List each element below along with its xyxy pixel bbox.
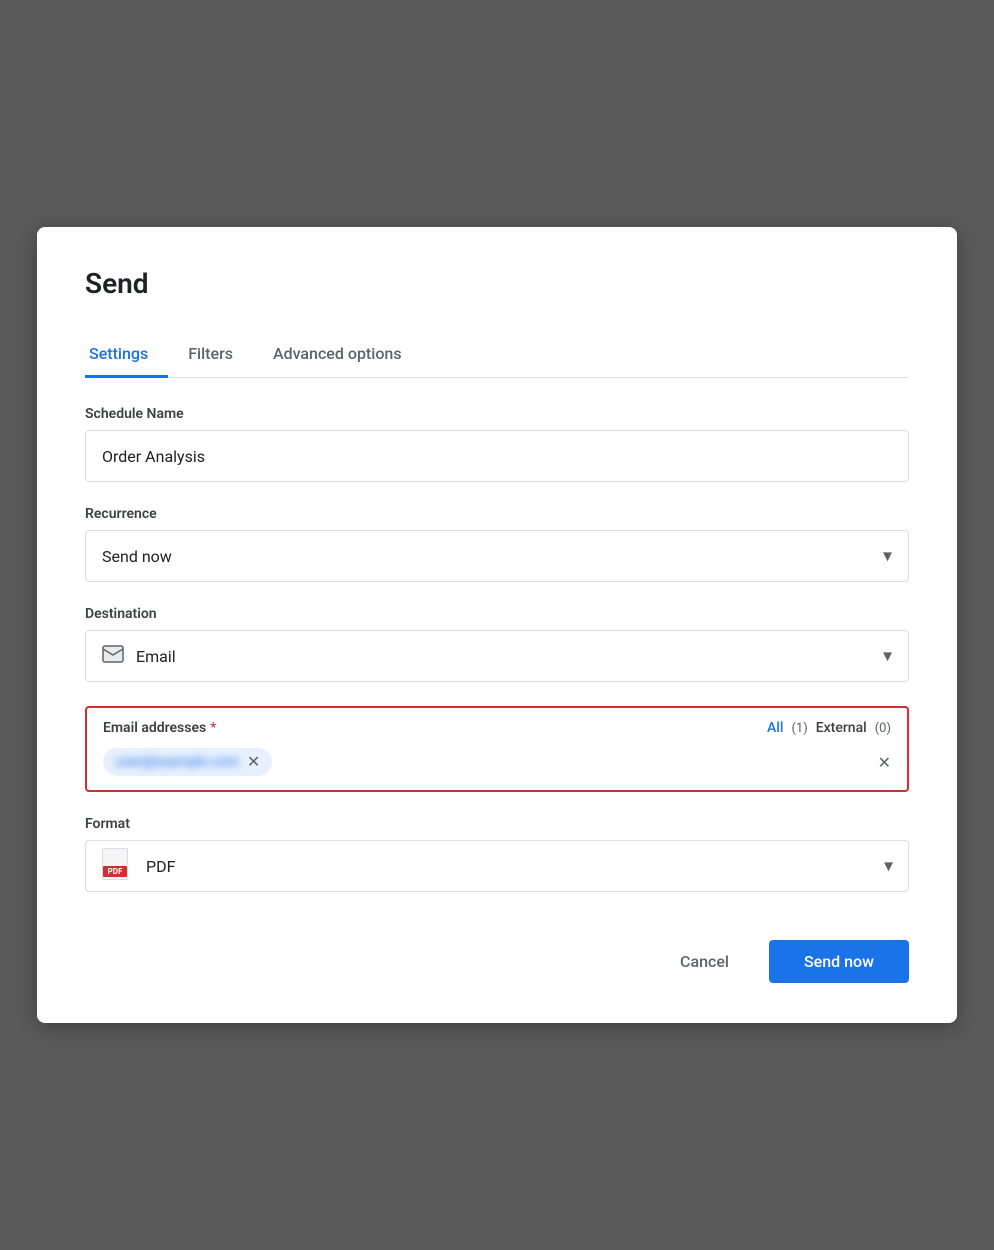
recurrence-select[interactable]: Send now ▾ — [85, 530, 909, 582]
schedule-name-section: Schedule Name — [85, 406, 909, 482]
email-chips-row: user@example.com ✕ ✕ — [103, 746, 891, 790]
tab-bar: Settings Filters Advanced options — [85, 332, 909, 378]
pdf-file-icon: PDF — [102, 848, 134, 884]
email-chip-close-icon[interactable]: ✕ — [247, 754, 260, 770]
format-label: Format — [85, 816, 909, 832]
email-chip-text: user@example.com — [115, 754, 239, 770]
pdf-badge-text: PDF — [103, 866, 127, 877]
dialog-footer: Cancel Send now — [85, 924, 909, 983]
email-label-row: Email addresses * — [103, 720, 216, 736]
cancel-button[interactable]: Cancel — [656, 940, 753, 983]
filter-external-button[interactable]: External — [816, 720, 867, 736]
destination-value: Email — [136, 647, 892, 666]
send-dialog: Send Settings Filters Advanced options S… — [37, 227, 957, 1023]
filter-all-count: (1) — [791, 721, 807, 736]
destination-label: Destination — [85, 606, 909, 622]
tab-settings[interactable]: Settings — [85, 332, 168, 378]
email-clear-icon[interactable]: ✕ — [878, 753, 891, 772]
email-required-marker: * — [210, 720, 216, 736]
dialog-title: Send — [85, 267, 909, 300]
recurrence-select-wrapper: Send now ▾ — [85, 530, 909, 582]
destination-section: Destination Email ▾ — [85, 606, 909, 682]
destination-select[interactable]: Email ▾ — [85, 630, 909, 682]
schedule-name-input[interactable] — [85, 430, 909, 482]
recurrence-section: Recurrence Send now ▾ — [85, 506, 909, 582]
email-filter-row: All (1) External (0) — [767, 720, 891, 736]
tab-advanced-options[interactable]: Advanced options — [253, 332, 422, 378]
format-select[interactable]: PDF PDF ▾ — [85, 840, 909, 892]
format-value: PDF — [146, 857, 892, 876]
email-addresses-section: Email addresses * All (1) External (0) u… — [85, 706, 909, 792]
filter-external-count: (0) — [875, 721, 891, 736]
filter-all-button[interactable]: All — [767, 720, 783, 736]
email-addresses-label: Email addresses — [103, 720, 206, 736]
recurrence-label: Recurrence — [85, 506, 909, 522]
schedule-name-label: Schedule Name — [85, 406, 909, 422]
email-addresses-header: Email addresses * All (1) External (0) — [103, 720, 891, 736]
send-now-button[interactable]: Send now — [769, 940, 909, 983]
email-icon — [102, 645, 124, 667]
format-section: Format PDF PDF ▾ — [85, 816, 909, 892]
tab-filters[interactable]: Filters — [168, 332, 253, 378]
destination-select-wrapper: Email ▾ — [85, 630, 909, 682]
format-select-wrapper: PDF PDF ▾ — [85, 840, 909, 892]
email-chip: user@example.com ✕ — [103, 748, 272, 776]
recurrence-value: Send now — [102, 547, 892, 566]
